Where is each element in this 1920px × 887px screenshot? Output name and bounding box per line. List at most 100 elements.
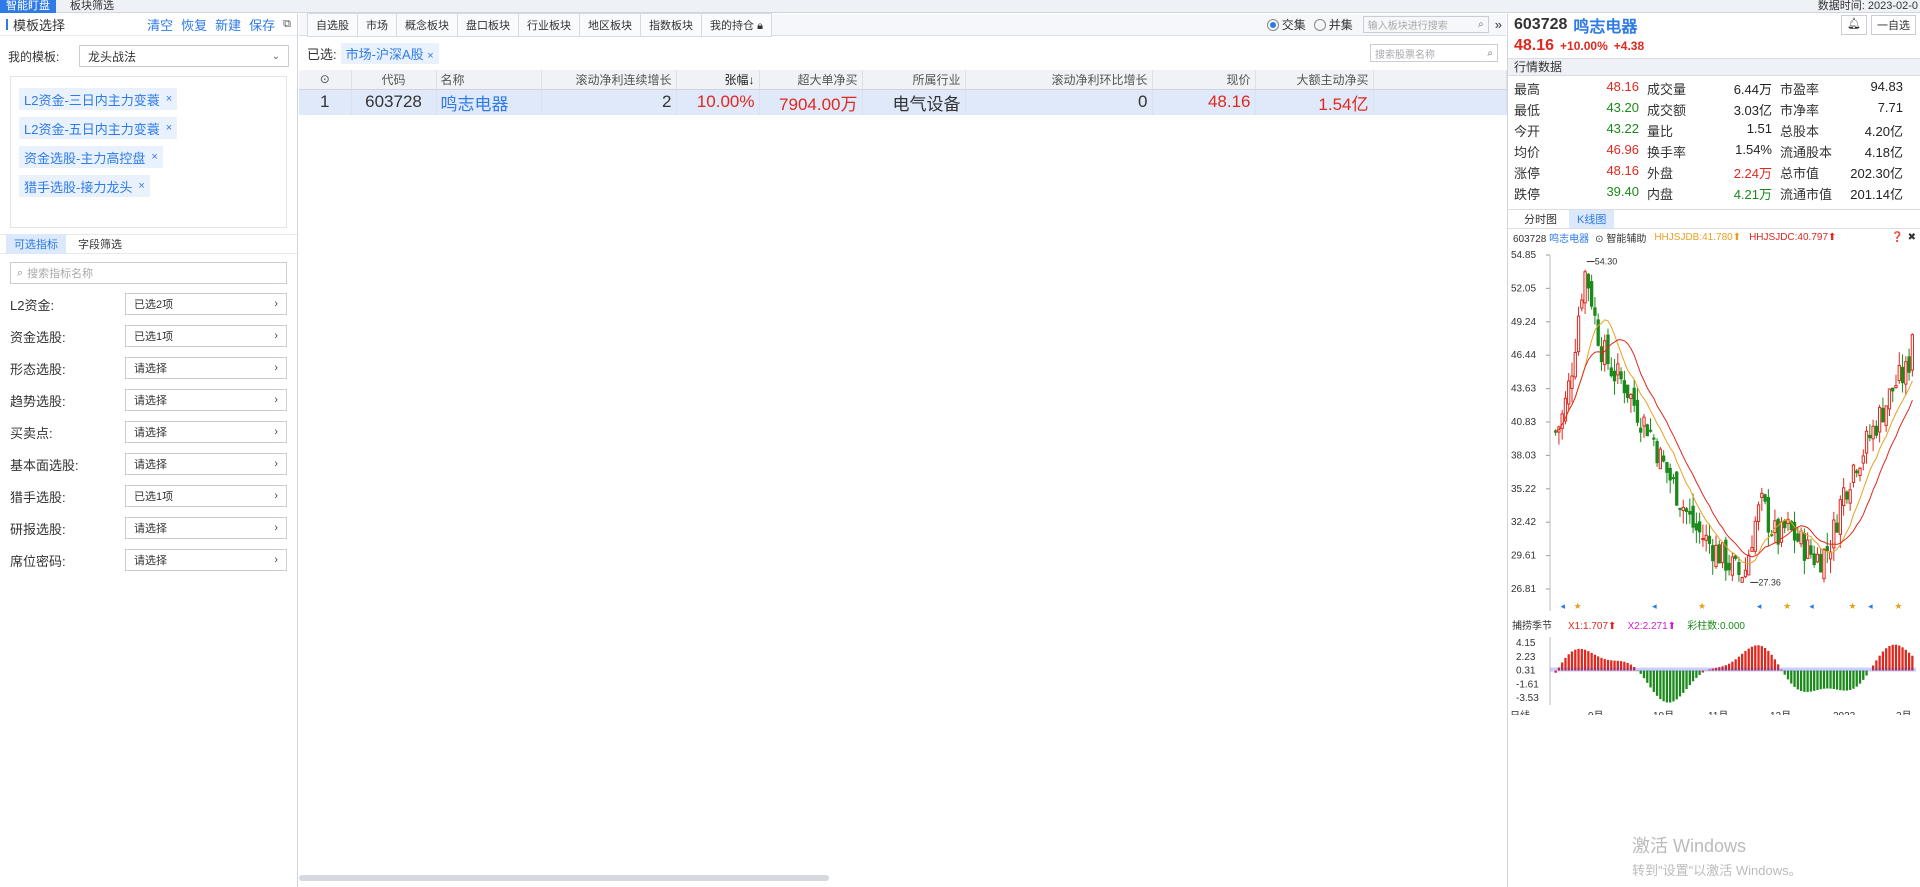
- remove-watchlist-button[interactable]: 一自选: [1871, 15, 1916, 35]
- signal-marker: ◂: [1652, 601, 1657, 611]
- expand-icon[interactable]: »: [1495, 17, 1502, 32]
- col-growth[interactable]: 滚动净利连续增长: [541, 70, 677, 90]
- candle: [1760, 492, 1764, 498]
- indicator-search-input[interactable]: ⌕ 搜索指标名称: [10, 262, 287, 284]
- condition-tag[interactable]: 猎手选股-接力龙头 ×: [19, 175, 150, 197]
- close-icon[interactable]: ×: [151, 151, 157, 163]
- block-search-input[interactable]: 输入板块进行搜索 ⌕: [1362, 16, 1489, 33]
- stock-search-input[interactable]: 搜索股票名称 ⌕: [1370, 44, 1498, 62]
- candle: [1897, 364, 1901, 382]
- search-icon: ⌕: [1478, 19, 1484, 30]
- filter-select[interactable]: 请选择 ›: [125, 517, 287, 539]
- filter-select[interactable]: 已选1项 ›: [125, 325, 287, 347]
- col-code[interactable]: 代码: [351, 70, 437, 90]
- filter-value: 已选2项: [134, 299, 174, 311]
- template-header: 模板选择 清空 恢复 新建 保存 ⧉: [0, 14, 297, 36]
- y-tick-label: 40.83: [1511, 417, 1536, 428]
- table-row[interactable]: 1 603728 鸣志电器 2 10.00% 7904.00万 电气设备 0 4…: [299, 89, 1507, 115]
- help-icon[interactable]: ❓: [1891, 232, 1903, 243]
- copy-icon[interactable]: ⧉: [283, 18, 291, 31]
- assist-toggle[interactable]: ⊙ 智能辅助: [1595, 230, 1646, 245]
- tab-handicap[interactable]: 盘口板块: [457, 12, 519, 37]
- y-tick-label: 46.44: [1511, 350, 1536, 361]
- stat-value: 48.16: [1606, 79, 1639, 94]
- quote-name[interactable]: 鸣志电器: [1573, 13, 1637, 37]
- col-name[interactable]: 名称: [436, 70, 542, 90]
- tab-field-filter[interactable]: 字段筛选: [70, 234, 130, 254]
- y-tick-label: 38.03: [1511, 450, 1536, 461]
- tab-intraday[interactable]: 分时图: [1516, 210, 1565, 228]
- candle: [1639, 427, 1643, 433]
- col-bignet[interactable]: 超大单净买: [759, 70, 863, 90]
- condition-tag[interactable]: L2资金-五日内主力变蓑 ×: [19, 117, 178, 139]
- tab-concept[interactable]: 概念板块: [396, 12, 458, 37]
- settings-icon[interactable]: ⊙: [299, 70, 352, 90]
- row-code: 603728: [351, 89, 437, 115]
- col-active-net[interactable]: 大额主动净买: [1255, 70, 1374, 90]
- filter-label: L2资金:: [10, 297, 55, 313]
- selected-tag[interactable]: 市场-沪深A股 ×: [340, 42, 439, 64]
- filter-label: 资金选股:: [10, 329, 66, 345]
- quote-price: 48.16: [1514, 37, 1555, 54]
- filter-value: 请选择: [134, 363, 167, 375]
- candle: [1658, 448, 1663, 470]
- row-bignet: 7904.00万: [759, 89, 863, 115]
- col-ratio[interactable]: 滚动净利环比增长: [965, 70, 1153, 90]
- candle: [1730, 556, 1735, 576]
- stat-value: 1.51: [1746, 121, 1772, 136]
- filter-row: 基本面选股: 请选择 ›: [10, 452, 287, 476]
- candle: [1851, 464, 1856, 483]
- chevron-right-icon: ›: [274, 362, 278, 374]
- filter-select[interactable]: 请选择 ›: [125, 421, 287, 443]
- tab-watchlist[interactable]: 自选股: [307, 12, 358, 37]
- signal-marker: ★: [1894, 601, 1902, 611]
- filter-select[interactable]: 已选2项 ›: [125, 293, 287, 315]
- tab-industry[interactable]: 行业板块: [518, 12, 580, 37]
- tab-market[interactable]: 市场: [357, 12, 397, 37]
- restore-button[interactable]: 恢复: [181, 15, 207, 34]
- close-icon[interactable]: ×: [138, 180, 144, 192]
- filter-select[interactable]: 请选择 ›: [125, 357, 287, 379]
- condition-tag[interactable]: 资金选股-主力高控盘 ×: [19, 146, 163, 168]
- template-select[interactable]: 龙头战法 ⌄: [79, 45, 289, 67]
- tab-kline[interactable]: K线图: [1569, 210, 1615, 228]
- candle: [1612, 370, 1617, 382]
- radio-intersection[interactable]: [1266, 18, 1279, 31]
- close-icon[interactable]: ×: [166, 122, 172, 134]
- data-time-label: 数据时间: 2023-02-0: [1817, 0, 1918, 12]
- kline-chart[interactable]: 54.85 52.05 49.24 46.44 43.63 40.83 38.03 35.22…: [1508, 245, 1920, 722]
- close-icon[interactable]: ×: [427, 50, 433, 62]
- tab-smart-watch[interactable]: 智能盯盘: [0, 0, 56, 13]
- candle: [1799, 530, 1803, 545]
- signal-marker: ◂: [1561, 601, 1566, 611]
- filter-tabs: 可选指标 字段筛选: [0, 234, 297, 254]
- clear-button[interactable]: 清空: [147, 15, 173, 34]
- tab-region[interactable]: 地区板块: [579, 12, 641, 37]
- tab-optional-indicators[interactable]: 可选指标: [6, 234, 66, 254]
- tab-holdings[interactable]: 我的持仓 🔒︎: [701, 12, 772, 37]
- tab-index[interactable]: 指数板块: [640, 12, 702, 37]
- filter-label: 席位密码:: [10, 553, 66, 569]
- radio-union[interactable]: [1313, 18, 1326, 31]
- filter-select[interactable]: 请选择 ›: [125, 549, 287, 571]
- filter-select[interactable]: 请选择 ›: [125, 453, 287, 475]
- col-price[interactable]: 现价: [1152, 70, 1256, 90]
- horizontal-scrollbar[interactable]: [299, 875, 829, 881]
- table-header: ⊙ 代码 名称 滚动净利连续增长 张幅↓ 超大单净买 所属行业 滚动净利环比增长…: [299, 70, 1507, 90]
- col-change[interactable]: 张幅↓: [676, 70, 760, 90]
- candle: [1894, 385, 1898, 389]
- close-icon[interactable]: ×: [166, 93, 172, 105]
- row-name[interactable]: 鸣志电器: [436, 89, 542, 115]
- filter-select[interactable]: 请选择 ›: [125, 389, 287, 411]
- condition-tag[interactable]: L2资金-三日内主力变蓑 ×: [19, 88, 178, 110]
- bell-icon[interactable]: 🔔︎: [1841, 15, 1867, 35]
- x-tick-label: 10月: [1653, 710, 1674, 715]
- filter-value: 请选择: [134, 427, 167, 439]
- close-icon[interactable]: ✖: [1908, 232, 1916, 243]
- tab-block-filter[interactable]: 板块筛选: [64, 0, 120, 13]
- filter-select[interactable]: 已选1项 ›: [125, 485, 287, 507]
- new-button[interactable]: 新建: [215, 15, 241, 34]
- save-button[interactable]: 保存: [249, 15, 275, 34]
- col-industry[interactable]: 所属行业: [862, 70, 966, 90]
- indicator-hhjsjdb: HHJSJDB:41.780⬆: [1654, 231, 1742, 243]
